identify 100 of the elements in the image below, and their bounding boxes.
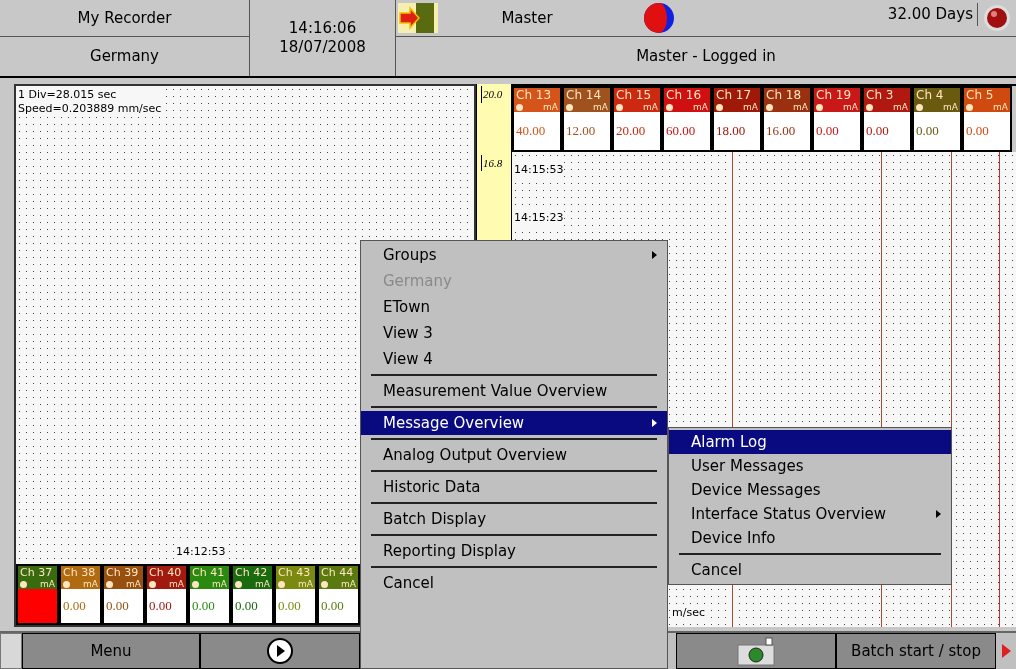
channel-value: 0.00 xyxy=(966,122,989,141)
menu-item[interactable]: View 3 xyxy=(361,319,667,347)
timestamp-label: 14:12:53 xyxy=(176,543,226,561)
channel-value: 0.00 xyxy=(278,597,301,616)
channel-value: 12.00 xyxy=(566,122,596,141)
channel-label: Ch 41 xyxy=(192,566,226,580)
channel-label: Ch 13 xyxy=(516,88,553,103)
channel-label: Ch 18 xyxy=(766,88,803,103)
menu-item[interactable]: Measurement Value Overview xyxy=(361,379,667,403)
channel-tile[interactable]: Ch 5 mA 0.00 xyxy=(962,86,1012,152)
menu-item[interactable]: Groups xyxy=(361,243,667,267)
channel-label: Ch 43 xyxy=(278,566,312,580)
unit-label: mA xyxy=(993,103,1008,112)
timestamp-label: 14:15:23 xyxy=(514,210,564,227)
unit-label: mA xyxy=(543,103,558,112)
menu-item[interactable]: Device Messages xyxy=(669,478,951,502)
unit-label: mA xyxy=(169,580,184,589)
clock-date: 18/07/2008 xyxy=(279,38,366,57)
menu-item[interactable]: Device Info xyxy=(669,526,951,550)
channel-tile[interactable]: Ch 14 mA 12.00 xyxy=(562,86,612,152)
play-button[interactable] xyxy=(200,633,360,669)
unit-label: mA xyxy=(793,103,808,112)
menu-item[interactable]: Message Overview xyxy=(361,411,667,435)
channel-value: 60.00 xyxy=(666,122,696,141)
channel-value: 0.00 xyxy=(106,597,129,616)
channel-value: 0.00 xyxy=(63,597,86,616)
channel-label: Ch 42 xyxy=(235,566,269,580)
channel-value: 0.00 xyxy=(149,597,172,616)
channel-tile[interactable]: Ch 18 mA 16.00 xyxy=(762,86,812,152)
channel-label: Ch 40 xyxy=(149,566,183,580)
channel-label: Ch 16 xyxy=(666,88,703,103)
clock-time: 14:16:06 xyxy=(288,19,357,38)
channel-tile[interactable]: Ch 16 mA 60.00 xyxy=(662,86,712,152)
menu-item[interactable]: User Messages xyxy=(669,454,951,478)
user-name: Master xyxy=(500,7,554,29)
pie-chart-icon xyxy=(642,1,676,35)
channel-label: Ch 19 xyxy=(816,88,853,103)
unit-label: mA xyxy=(40,580,55,589)
unit-label: mA xyxy=(126,580,141,589)
channel-tile[interactable]: Ch 3 mA 0.00 xyxy=(862,86,912,152)
channel-tile[interactable]: Ch 42 mA 0.00 xyxy=(231,564,274,625)
menu-item[interactable]: Cancel xyxy=(669,558,951,582)
device-name: My Recorder xyxy=(0,0,249,37)
division-label: 1 Div=28.015 sec xyxy=(18,88,118,102)
channel-tile[interactable]: Ch 13 mA 40.00 xyxy=(512,86,562,152)
unit-label: mA xyxy=(212,580,227,589)
channel-value: 0.00 xyxy=(235,597,258,616)
menu-item[interactable]: Historic Data xyxy=(361,475,667,499)
scale-value: 20.0 xyxy=(481,86,511,103)
channel-label: Ch 3 xyxy=(866,88,895,103)
channel-value: 20.00 xyxy=(616,122,646,141)
channel-tile[interactable]: Ch 15 mA 20.00 xyxy=(612,86,662,152)
scale-value: 16.8 xyxy=(481,154,511,171)
unit-label: mA xyxy=(743,103,758,112)
unit-label: mA xyxy=(341,580,356,589)
channel-tile[interactable]: Ch 43 mA 0.00 xyxy=(274,564,317,625)
menu-button[interactable]: Menu xyxy=(22,633,200,669)
speed-label: Speed=0.203889 mm/sec xyxy=(18,101,162,116)
batch-button[interactable]: Batch start / stop xyxy=(836,633,996,669)
channel-label: Ch 38 xyxy=(63,566,97,580)
unit-label: mA xyxy=(643,103,658,112)
menu-item[interactable]: ETown xyxy=(361,295,667,319)
channel-tile[interactable]: Ch 39 mA 0.00 xyxy=(102,564,145,625)
channel-tile[interactable]: Ch 38 mA 0.00 xyxy=(59,564,102,625)
timestamp-label: 14:15:53 xyxy=(514,162,564,179)
channel-tile[interactable]: Ch 4 mA 0.00 xyxy=(912,86,962,152)
channel-tile[interactable]: Ch 44 mA 0.00 xyxy=(317,564,360,625)
channel-label: Ch 39 xyxy=(106,566,140,580)
camera-button[interactable] xyxy=(676,633,836,669)
channel-value: 16.00 xyxy=(766,122,796,141)
group-name: Germany xyxy=(89,46,160,68)
next-arrow-icon[interactable] xyxy=(999,643,1013,659)
menu-item[interactable]: Analog Output Overview xyxy=(361,443,667,467)
channel-tile[interactable]: Ch 37 mA xyxy=(16,564,59,625)
login-status: Master - Logged in xyxy=(635,46,777,68)
channel-tile[interactable]: Ch 17 mA 18.00 xyxy=(712,86,762,152)
channel-label: Ch 4 xyxy=(916,88,945,103)
channel-value: 18.00 xyxy=(716,122,746,141)
menu-item[interactable]: Reporting Display xyxy=(361,539,667,563)
channel-value: 0.00 xyxy=(866,122,889,141)
menu-item[interactable]: Alarm Log xyxy=(669,430,951,454)
channel-tile[interactable]: Ch 40 mA 0.00 xyxy=(145,564,188,625)
channel-value: 40.00 xyxy=(516,122,546,141)
channel-tile[interactable]: Ch 19 mA 0.00 xyxy=(812,86,862,152)
memory-days: 32.00 Days xyxy=(887,3,978,26)
unit-label: mA xyxy=(893,103,908,112)
channel-label: Ch 37 xyxy=(20,566,54,580)
channel-value: 0.00 xyxy=(916,122,939,141)
menu-item[interactable]: Cancel xyxy=(361,571,667,595)
unit-label: mA xyxy=(693,103,708,112)
menu-item[interactable]: Interface Status Overview xyxy=(669,502,951,526)
menu-item[interactable]: Batch Display xyxy=(361,507,667,531)
channel-label: Ch 15 xyxy=(616,88,653,103)
channel-value: 0.00 xyxy=(192,597,215,616)
unit-label: mA xyxy=(593,103,608,112)
channel-tile[interactable]: Ch 41 mA 0.00 xyxy=(188,564,231,625)
channel-value: 0.00 xyxy=(816,122,839,141)
menu-item[interactable]: View 4 xyxy=(361,347,667,371)
unit-label: mA xyxy=(83,580,98,589)
corner-block xyxy=(0,633,22,669)
